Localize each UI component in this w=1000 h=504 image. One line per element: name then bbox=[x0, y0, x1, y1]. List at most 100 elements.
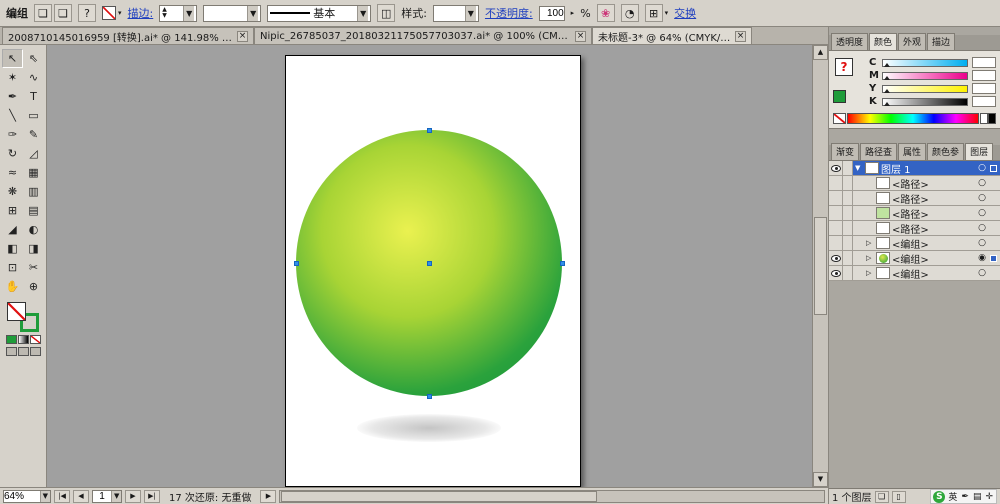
ime-pen-icon[interactable]: ✒ bbox=[960, 492, 970, 502]
lock-toggle[interactable] bbox=[843, 176, 853, 190]
layer-row[interactable]: <路径> ○ bbox=[829, 221, 1000, 236]
layer-name[interactable]: <路径> bbox=[892, 191, 929, 206]
stroke-weight-combo[interactable]: ▲▼ ▼ bbox=[159, 5, 197, 22]
vertical-scroll-track[interactable] bbox=[813, 60, 828, 472]
document-tab[interactable]: Nipic_26785037_20180321175057703037.ai* … bbox=[254, 27, 592, 44]
scale-tool[interactable]: ◿ bbox=[23, 144, 44, 163]
lock-toggle[interactable] bbox=[843, 206, 853, 220]
pen-tool[interactable]: ✒ bbox=[2, 87, 23, 106]
gradient-mode-button[interactable] bbox=[18, 335, 29, 344]
slider-marker-icon[interactable] bbox=[884, 76, 890, 80]
stroke-color-swatch[interactable] bbox=[102, 6, 116, 20]
chevron-down-icon[interactable]: ▼ bbox=[183, 6, 194, 21]
panel-tab[interactable]: 外观 bbox=[898, 33, 926, 50]
line-segment-tool[interactable]: ╲ bbox=[2, 106, 23, 125]
tab-close-icon[interactable]: × bbox=[575, 31, 586, 42]
live-paint-bucket-tool[interactable]: ◧ bbox=[2, 239, 23, 258]
none-mode-button[interactable] bbox=[30, 335, 41, 344]
channel-value-input[interactable] bbox=[972, 96, 996, 107]
expander-icon[interactable]: ▼ bbox=[855, 164, 863, 172]
page-input[interactable] bbox=[93, 491, 111, 502]
pencil-tool[interactable]: ✎ bbox=[23, 125, 44, 144]
panel-tab[interactable]: 图层 bbox=[965, 143, 993, 160]
layer-name[interactable]: 图层 1 bbox=[881, 161, 911, 176]
recolor-flower-icon[interactable]: ❀ bbox=[597, 4, 615, 22]
visibility-toggle[interactable] bbox=[829, 176, 843, 190]
direct-selection-tool[interactable]: ⇖ bbox=[23, 49, 44, 68]
visibility-toggle[interactable] bbox=[829, 161, 843, 175]
anchor-point-top[interactable] bbox=[427, 128, 432, 133]
screen-mode-normal-button[interactable] bbox=[6, 347, 17, 356]
expander-icon[interactable]: ▷ bbox=[866, 254, 874, 262]
chevron-down-icon[interactable]: ▼ bbox=[247, 6, 258, 21]
rectangle-tool[interactable]: ▭ bbox=[23, 106, 44, 125]
rotate-tool[interactable]: ↻ bbox=[2, 144, 23, 163]
vertical-scrollbar[interactable]: ▲ ▼ bbox=[812, 45, 828, 487]
free-transform-tool[interactable]: ▦ bbox=[23, 163, 44, 182]
slider-marker-icon[interactable] bbox=[884, 63, 890, 67]
color-mode-button[interactable] bbox=[6, 335, 17, 344]
target-icon[interactable]: ◉ bbox=[978, 253, 986, 263]
mesh-tool[interactable]: ⊞ bbox=[2, 201, 23, 220]
lock-toggle[interactable] bbox=[843, 266, 853, 280]
help-button[interactable]: ? bbox=[78, 4, 96, 22]
stroke-weight-spinner[interactable]: ▲▼ bbox=[162, 7, 167, 19]
lock-toggle[interactable] bbox=[843, 191, 853, 205]
visibility-toggle[interactable] bbox=[829, 236, 843, 250]
align-button[interactable]: ⊞ bbox=[645, 4, 663, 22]
delete-layer-button[interactable]: ▯ bbox=[892, 491, 906, 503]
lasso-tool[interactable]: ∿ bbox=[23, 68, 44, 87]
ime-logo-icon[interactable]: S bbox=[933, 491, 945, 503]
lock-toggle[interactable] bbox=[843, 236, 853, 250]
zoom-tool[interactable]: ⊕ bbox=[23, 277, 44, 296]
panel-tab[interactable]: 渐变 bbox=[831, 143, 859, 160]
edit-contents-button[interactable]: ❏ bbox=[54, 4, 72, 22]
chevron-down-icon[interactable]: ▼ bbox=[111, 491, 121, 502]
color-spectrum-bar[interactable] bbox=[847, 113, 979, 124]
panel-tab[interactable]: 颜色 bbox=[869, 33, 897, 50]
visibility-toggle[interactable] bbox=[829, 266, 843, 280]
ime-keyboard-icon[interactable]: ▤ bbox=[972, 492, 983, 502]
visibility-toggle[interactable] bbox=[829, 191, 843, 205]
expander-icon[interactable]: ▷ bbox=[866, 269, 874, 277]
center-point[interactable] bbox=[427, 261, 432, 266]
fill-color-proxy[interactable]: ? bbox=[835, 58, 853, 76]
chevron-down-icon[interactable]: ▼ bbox=[40, 491, 50, 502]
layer-name[interactable]: <路径> bbox=[892, 206, 929, 221]
lock-toggle[interactable] bbox=[843, 251, 853, 265]
slider-marker-icon[interactable] bbox=[884, 89, 890, 93]
style-combo[interactable]: ▼ bbox=[433, 5, 479, 22]
opacity-input[interactable] bbox=[539, 6, 565, 21]
hand-tool[interactable]: ✋ bbox=[2, 277, 23, 296]
panel-tab[interactable]: 透明度 bbox=[831, 33, 868, 50]
fill-proxy-swatch[interactable] bbox=[7, 302, 26, 321]
white-swatch[interactable] bbox=[980, 113, 988, 124]
variable-width-combo[interactable]: ▼ bbox=[203, 5, 261, 22]
layer-row[interactable]: <路径> ○ bbox=[829, 191, 1000, 206]
scroll-up-icon[interactable]: ▲ bbox=[813, 45, 828, 60]
tab-close-icon[interactable]: × bbox=[735, 31, 746, 42]
magic-wand-tool[interactable]: ✶ bbox=[2, 68, 23, 87]
stroke-color-dropdown-icon[interactable]: ▾ bbox=[118, 9, 122, 17]
zoom-input[interactable] bbox=[4, 491, 40, 502]
slice-tool[interactable]: ✂ bbox=[23, 258, 44, 277]
chevron-down-icon[interactable]: ▼ bbox=[465, 6, 476, 21]
layer-row[interactable]: ▼ 图层 1 ○ bbox=[829, 161, 1000, 176]
mask-button[interactable]: ◔ bbox=[621, 4, 639, 22]
blend-tool[interactable]: ◐ bbox=[23, 220, 44, 239]
channel-slider[interactable] bbox=[882, 85, 968, 93]
layer-name[interactable]: <编组> bbox=[892, 251, 929, 266]
target-icon[interactable]: ○ bbox=[978, 163, 986, 173]
status-menu-icon[interactable]: ▶ bbox=[260, 490, 276, 503]
document-tab[interactable]: 2008710145016959 [转换].ai* @ 141.98% (RGB… bbox=[2, 27, 254, 44]
panel-tab[interactable]: 属性 bbox=[898, 143, 926, 160]
vertical-scroll-thumb[interactable] bbox=[814, 217, 827, 316]
layer-row[interactable]: ▷ <编组> ◉ bbox=[829, 251, 1000, 266]
channel-slider[interactable] bbox=[882, 98, 968, 106]
chevron-down-icon[interactable]: ▾ bbox=[665, 9, 669, 17]
expander-icon[interactable]: ▷ bbox=[866, 239, 874, 247]
horizontal-scroll-thumb[interactable] bbox=[281, 491, 596, 502]
target-icon[interactable]: ○ bbox=[978, 238, 986, 248]
anchor-point-bottom[interactable] bbox=[427, 394, 432, 399]
opacity-spinner-icon[interactable]: ▸ bbox=[571, 9, 575, 17]
